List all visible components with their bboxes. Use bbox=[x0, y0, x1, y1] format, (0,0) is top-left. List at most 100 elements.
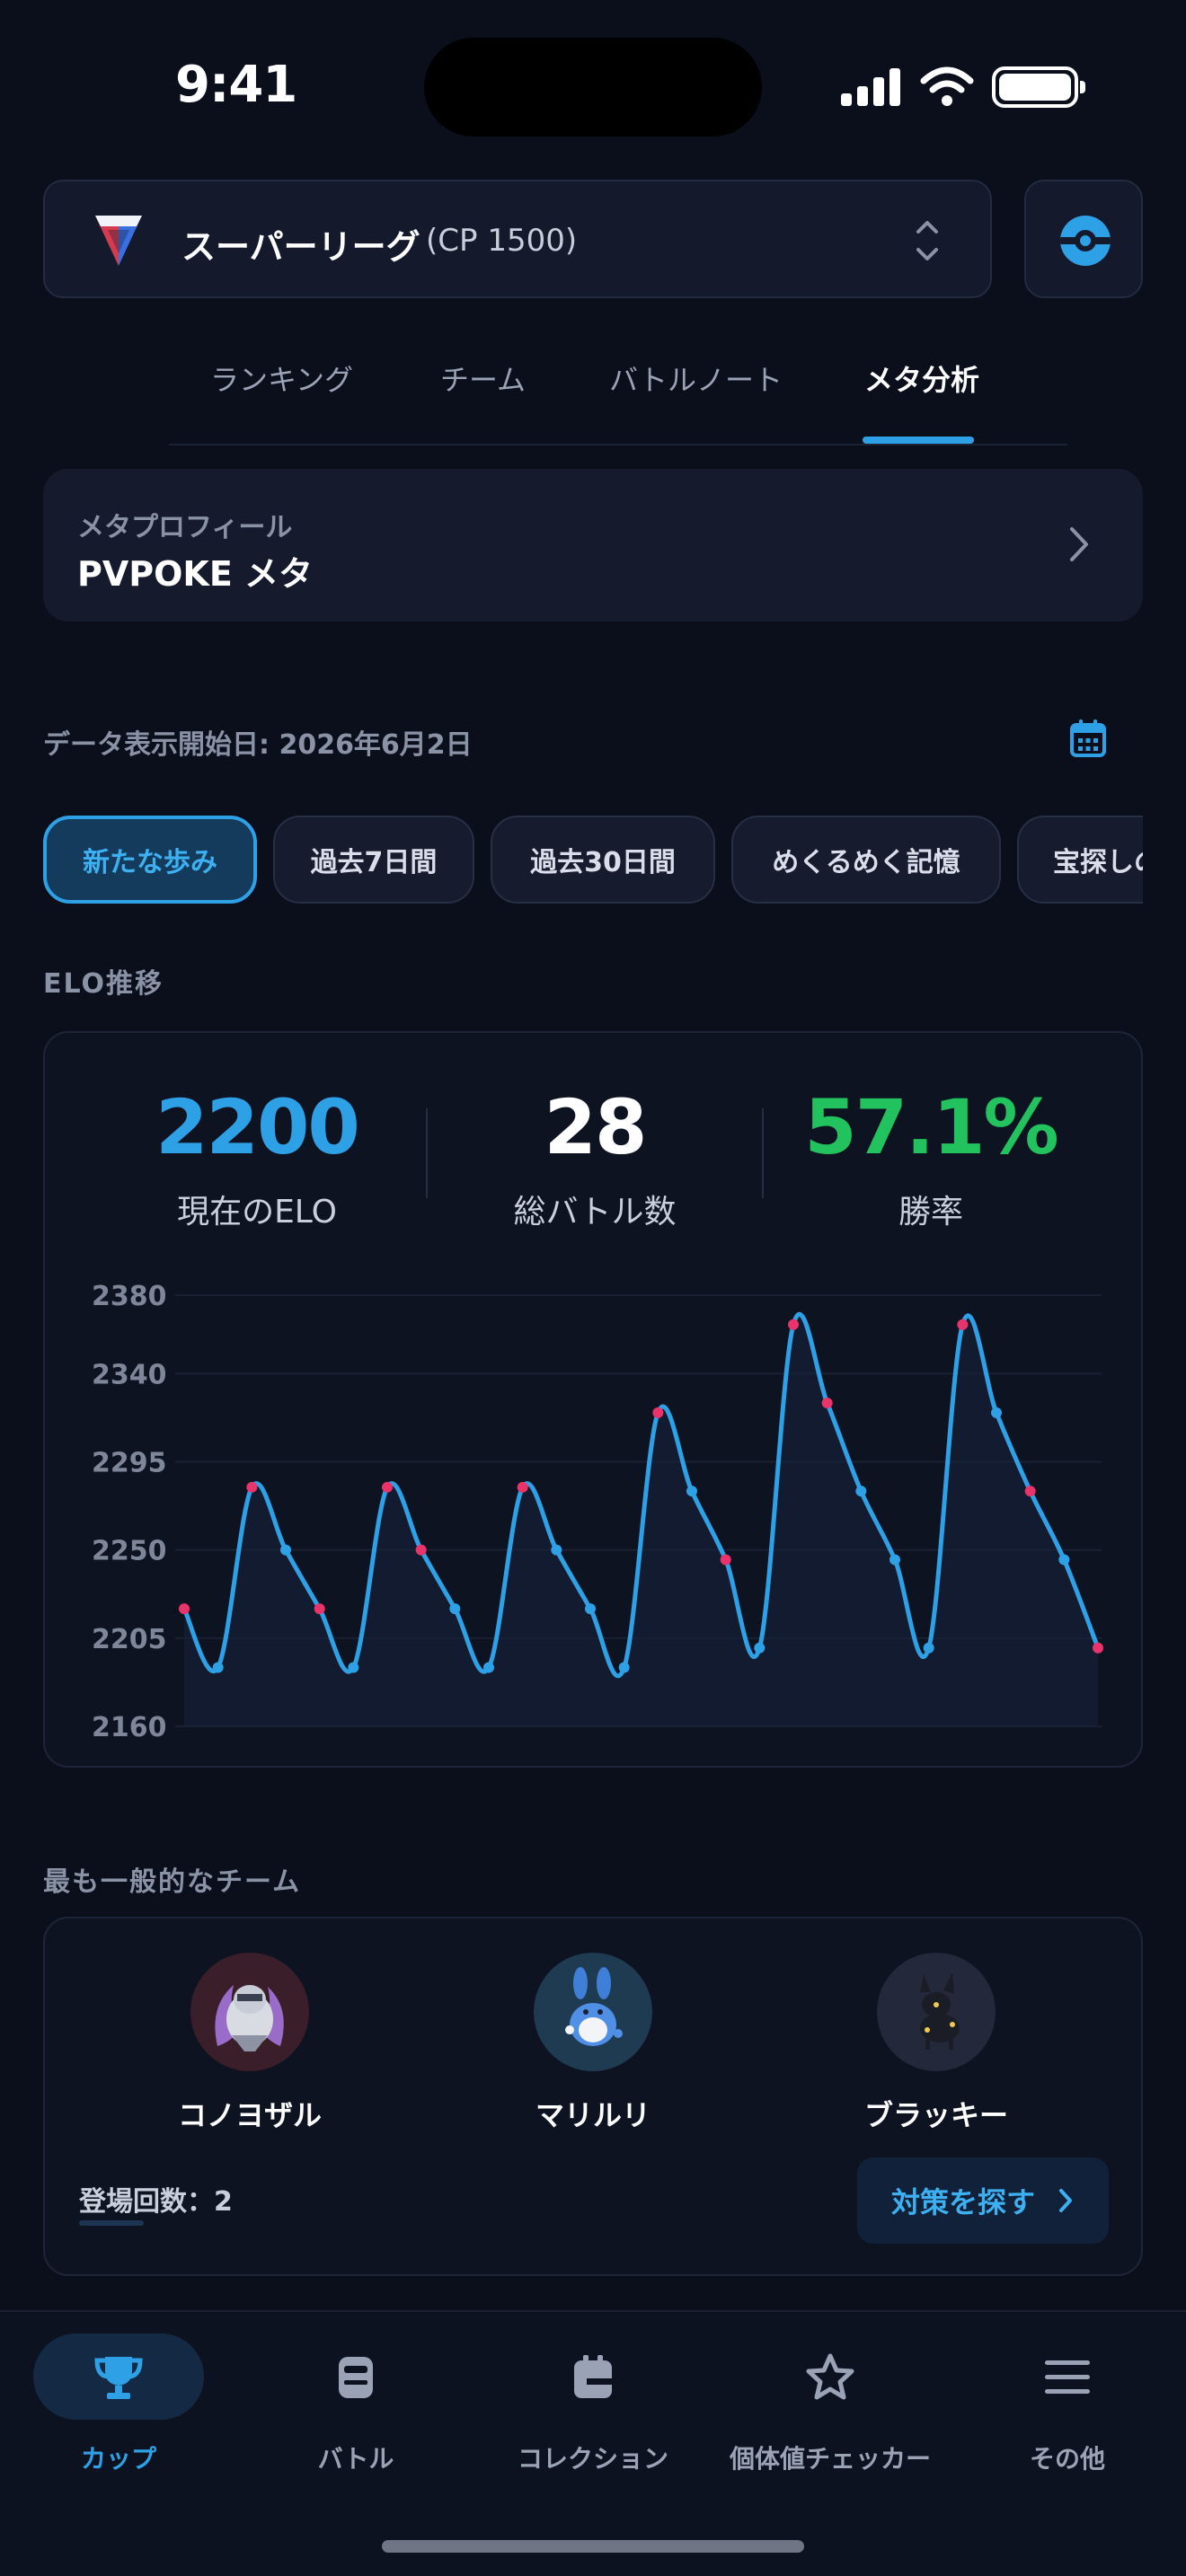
great-league-icon bbox=[95, 216, 142, 266]
team-member-name: ブラッキー bbox=[863, 2098, 1008, 2132]
y-tick-label: 2340 bbox=[92, 1359, 167, 1390]
nav-more[interactable]: その他 bbox=[949, 2333, 1186, 2475]
elo-data-point bbox=[517, 1481, 528, 1493]
meta-profile-value: PVPOKE メタ bbox=[77, 554, 314, 594]
battery-icon bbox=[992, 66, 1085, 108]
calendar-icon[interactable] bbox=[1069, 719, 1107, 758]
annihilape-sprite bbox=[190, 1953, 309, 2071]
find-counters-label: 対策を探す bbox=[891, 2185, 1036, 2219]
battle-icon bbox=[339, 2357, 373, 2398]
team-member-1[interactable]: コノヨザル bbox=[142, 1953, 358, 2134]
elo-data-point bbox=[1058, 1554, 1070, 1566]
active-tab-indicator bbox=[863, 437, 974, 444]
elo-data-point bbox=[382, 1481, 393, 1493]
team-member-name: マリルリ bbox=[535, 2098, 651, 2132]
elo-data-point bbox=[890, 1554, 900, 1566]
elo-data-point bbox=[585, 1603, 596, 1615]
nav-label: その他 bbox=[1029, 2444, 1105, 2474]
elo-data-point bbox=[551, 1544, 562, 1556]
elo-data-point bbox=[720, 1554, 731, 1566]
elo-data-point bbox=[212, 1662, 224, 1673]
team-section-title: 最も一般的なチーム bbox=[43, 1866, 302, 1898]
find-counters-button[interactable]: 対策を探す bbox=[857, 2157, 1109, 2244]
chevron-up-down-icon bbox=[916, 221, 938, 260]
elo-data-point bbox=[686, 1486, 697, 1497]
umbreon-sprite bbox=[877, 1953, 996, 2071]
chip-last-7-days[interactable]: 過去7日間 bbox=[273, 816, 474, 904]
dynamic-island bbox=[424, 38, 762, 137]
elo-data-point bbox=[1093, 1642, 1103, 1654]
elo-data-point bbox=[415, 1544, 427, 1556]
common-team-card: コノヨザル マリルリ ブラッキー 登場回数：2 対策を探す bbox=[43, 1917, 1143, 2276]
meta-profile-card[interactable]: メタプロフィール PVPOKE メタ bbox=[43, 469, 1143, 622]
tab-bar: ランキング チーム バトルノート メタ分析 bbox=[169, 352, 1067, 446]
elo-data-point bbox=[754, 1642, 766, 1654]
elo-data-point bbox=[821, 1398, 833, 1408]
elo-data-point bbox=[179, 1603, 190, 1615]
azumarill-sprite bbox=[534, 1953, 652, 2071]
elo-data-point bbox=[483, 1662, 494, 1673]
tab-meta-analysis[interactable]: メタ分析 bbox=[864, 357, 979, 399]
pokeball-icon bbox=[1060, 216, 1111, 266]
elo-line-chart: 2380 2340 2295 2250 2205 2160 bbox=[92, 1281, 1103, 1743]
elo-data-point bbox=[449, 1603, 461, 1615]
appearance-count: 登場回数：2 bbox=[79, 2186, 233, 2218]
league-cp: (CP 1500) bbox=[426, 223, 578, 259]
meta-profile-label: メタプロフィール bbox=[77, 512, 293, 543]
trophy-icon bbox=[94, 2357, 143, 2399]
y-tick-label: 2160 bbox=[92, 1712, 167, 1743]
elo-card: 2200 現在のELO 28 総バトル数 57.1% 勝率 2380 2340 22… bbox=[43, 1031, 1143, 1768]
menu-icon bbox=[1045, 2360, 1090, 2394]
nav-label: バトル bbox=[317, 2444, 394, 2474]
league-selector[interactable]: スーパーリーグ (CP 1500) bbox=[43, 180, 992, 298]
tab-battle-notes[interactable]: バトルノート bbox=[609, 357, 783, 399]
chip-new-steps[interactable]: 新たな歩み bbox=[43, 816, 257, 904]
team-member-2[interactable]: マリルリ bbox=[485, 1953, 701, 2134]
nav-icon-background bbox=[982, 2333, 1153, 2420]
y-tick-label: 2295 bbox=[92, 1447, 167, 1478]
elo-data-point bbox=[855, 1486, 867, 1497]
chevron-right-icon bbox=[1059, 2189, 1072, 2212]
nav-battle[interactable]: バトル bbox=[237, 2333, 474, 2475]
chevron-right-icon bbox=[1070, 527, 1088, 561]
elo-section-title: ELO推移 bbox=[43, 968, 164, 1000]
chip-season[interactable]: めくるめく記憶 bbox=[731, 816, 1001, 904]
nav-label: 個体値チェッカー bbox=[729, 2444, 931, 2474]
elo-data-point bbox=[957, 1319, 969, 1330]
data-start-date: データ表示開始日: 2026年6月2日 bbox=[43, 729, 473, 761]
bottom-navigation: カップ バトル コレクション 個体値チェッカー その他 bbox=[0, 2310, 1186, 2576]
cellular-signal-icon bbox=[841, 68, 902, 106]
tab-team[interactable]: チーム bbox=[440, 357, 526, 399]
nav-icon-background bbox=[745, 2333, 916, 2420]
nav-iv-checker[interactable]: 個体値チェッカー bbox=[712, 2333, 949, 2475]
appearance-bar bbox=[79, 2220, 144, 2226]
nav-icon-background bbox=[270, 2333, 441, 2420]
nav-collection[interactable]: コレクション bbox=[474, 2333, 712, 2475]
nav-label: カップ bbox=[80, 2444, 156, 2474]
elo-data-point bbox=[314, 1603, 325, 1615]
elo-data-point bbox=[246, 1481, 258, 1493]
nav-icon-background bbox=[508, 2333, 678, 2420]
elo-data-point bbox=[348, 1662, 359, 1673]
elo-data-point bbox=[618, 1662, 630, 1673]
elo-data-point bbox=[1024, 1486, 1036, 1497]
elo-data-point bbox=[991, 1407, 1002, 1418]
elo-data-point bbox=[788, 1319, 799, 1330]
chip-treasure[interactable]: 宝探しの bbox=[1017, 816, 1143, 904]
team-member-3[interactable]: ブラッキー bbox=[828, 1953, 1044, 2134]
y-tick-label: 2380 bbox=[92, 1281, 167, 1312]
nav-icon-background bbox=[33, 2333, 204, 2420]
tab-ranking[interactable]: ランキング bbox=[210, 357, 353, 399]
home-indicator bbox=[382, 2540, 804, 2553]
elo-data-point bbox=[652, 1407, 664, 1418]
y-tick-label: 2250 bbox=[92, 1536, 167, 1567]
elo-data-point bbox=[280, 1544, 291, 1556]
nav-label: コレクション bbox=[517, 2444, 668, 2474]
chip-last-30-days[interactable]: 過去30日間 bbox=[491, 816, 715, 904]
collection-icon bbox=[574, 2355, 612, 2398]
period-filter-chips: 新たな歩み 過去7日間 過去30日間 めくるめく記憶 宝探しの bbox=[43, 816, 1143, 905]
elo-data-point bbox=[923, 1642, 934, 1654]
nav-cup[interactable]: カップ bbox=[0, 2333, 237, 2475]
pokeball-button[interactable] bbox=[1024, 180, 1143, 298]
wifi-icon bbox=[920, 66, 974, 106]
